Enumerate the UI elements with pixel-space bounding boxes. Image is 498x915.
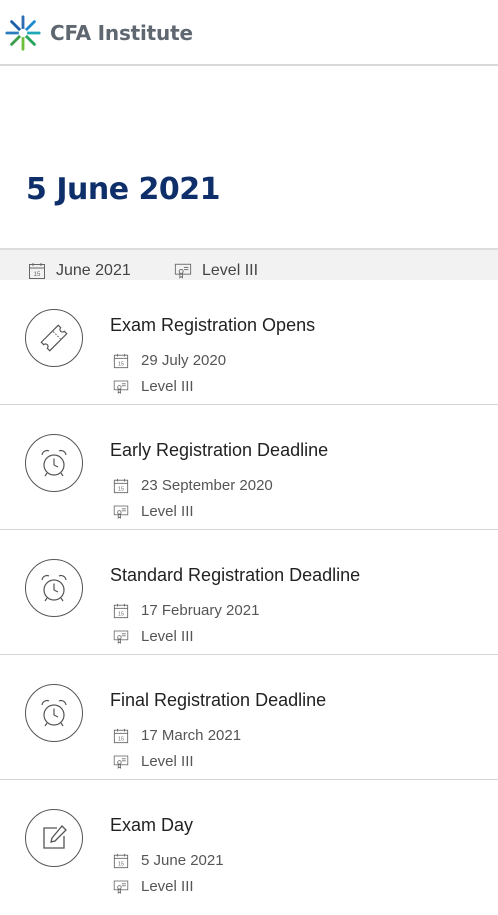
ticket-icon — [40, 324, 68, 352]
calendar-icon: 15 — [113, 853, 129, 868]
event-icon-circle — [25, 309, 83, 367]
certificate-icon — [113, 630, 129, 644]
event-level: Level III — [113, 753, 194, 770]
event-date: 15 17 March 2021 — [113, 727, 241, 744]
calendar-icon: 15 — [29, 263, 45, 279]
event-icon-circle — [25, 559, 83, 617]
cfa-logo-mark-icon — [5, 15, 41, 51]
calendar-icon: 15 — [113, 353, 129, 368]
event-item[interactable]: Final Registration Deadline 15 17 March … — [0, 655, 498, 780]
site-header: CFA Institute — [0, 0, 498, 66]
event-date-text: 17 February 2021 — [141, 602, 260, 619]
hero-section: 5 June 2021 15 June 2021 Level III — [0, 66, 498, 279]
svg-text:15: 15 — [34, 272, 41, 278]
certificate-icon — [113, 505, 129, 519]
meta-level: Level III — [174, 262, 258, 280]
svg-text:15: 15 — [118, 736, 124, 742]
certificate-icon — [113, 380, 129, 394]
event-icon-circle — [25, 684, 83, 742]
event-title: Standard Registration Deadline — [110, 565, 361, 585]
event-level: Level III — [113, 503, 194, 520]
event-item[interactable]: Exam Registration Opens 15 29 July 2020 … — [0, 280, 498, 405]
event-icon-circle — [25, 809, 83, 867]
event-level-text: Level III — [141, 503, 194, 520]
alarm-clock-icon — [41, 574, 67, 602]
calendar-icon: 15 — [113, 478, 129, 493]
event-level-text: Level III — [141, 878, 194, 895]
event-date: 15 17 February 2021 — [113, 602, 259, 619]
event-level-text: Level III — [141, 753, 194, 770]
certificate-icon — [174, 263, 192, 279]
svg-text:15: 15 — [118, 486, 124, 492]
event-level: Level III — [113, 878, 194, 895]
event-item[interactable]: Early Registration Deadline 15 23 Septem… — [0, 405, 498, 530]
event-date: 15 23 September 2020 — [113, 477, 273, 494]
meta-date-text: June 2021 — [56, 262, 131, 279]
event-level: Level III — [113, 628, 194, 645]
event-icon-circle — [25, 434, 83, 492]
calendar-icon: 15 — [113, 728, 129, 743]
alarm-clock-icon — [41, 699, 67, 727]
event-level-text: Level III — [141, 378, 194, 395]
event-title: Final Registration Deadline — [110, 690, 327, 710]
cfa-logo[interactable]: CFA Institute — [4, 14, 193, 52]
event-date-text: 29 July 2020 — [141, 352, 227, 369]
event-item[interactable]: Standard Registration Deadline 15 17 Feb… — [0, 530, 498, 655]
certificate-icon — [113, 880, 129, 894]
svg-text:15: 15 — [118, 361, 124, 367]
page-title: 5 June 2021 — [26, 172, 220, 207]
event-list: Exam Registration Opens 15 29 July 2020 … — [0, 280, 498, 905]
event-title: Exam Registration Opens — [110, 315, 316, 335]
meta-level-text: Level III — [202, 262, 259, 279]
event-title: Early Registration Deadline — [110, 440, 329, 460]
event-date: 15 29 July 2020 — [113, 352, 226, 369]
svg-text:15: 15 — [118, 861, 124, 867]
brand-name: CFA Institute — [50, 21, 193, 45]
event-date-text: 23 September 2020 — [141, 477, 273, 494]
event-level: Level III — [113, 378, 194, 395]
certificate-icon — [113, 755, 129, 769]
edit-icon — [43, 825, 67, 849]
event-date: 15 5 June 2021 — [113, 852, 224, 869]
event-level-text: Level III — [141, 628, 194, 645]
event-date-text: 17 March 2021 — [141, 727, 242, 744]
event-date-text: 5 June 2021 — [141, 852, 224, 869]
meta-date: 15 June 2021 — [28, 262, 131, 280]
event-title: Exam Day — [110, 815, 194, 835]
svg-text:15: 15 — [118, 611, 124, 617]
alarm-clock-icon — [41, 449, 67, 477]
calendar-icon: 15 — [113, 603, 129, 618]
event-item[interactable]: Exam Day 15 5 June 2021 Level III — [0, 780, 498, 905]
